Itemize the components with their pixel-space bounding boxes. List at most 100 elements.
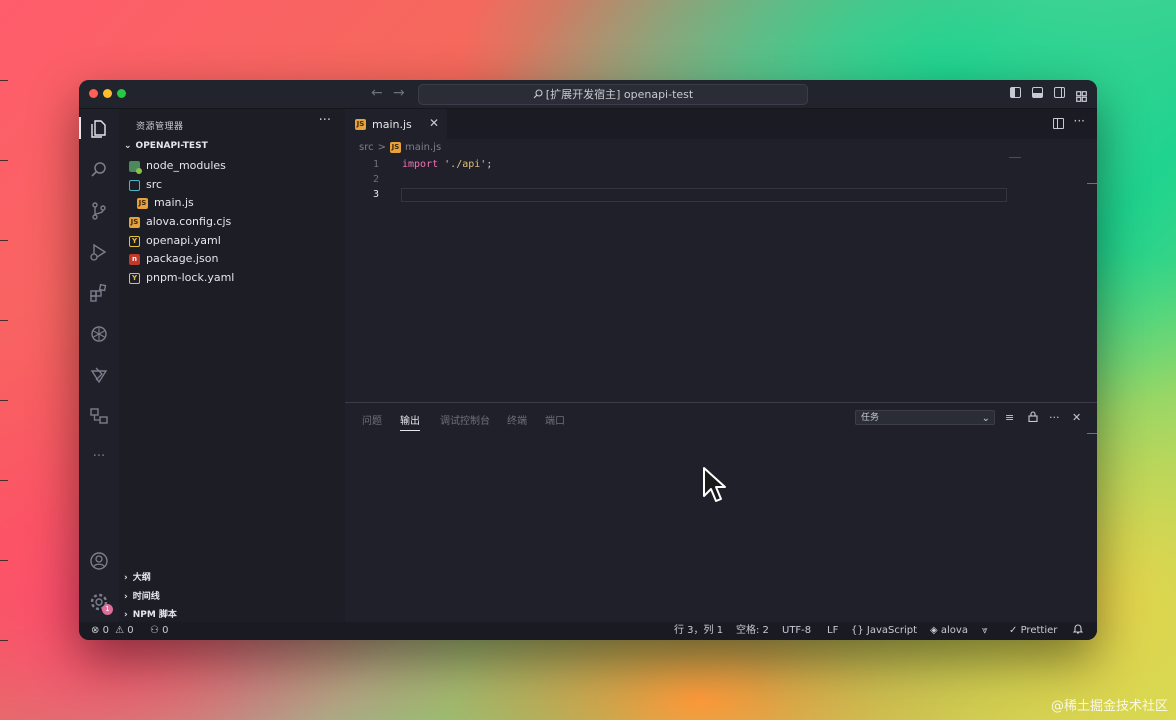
tree-item-alova-config[interactable]: JS alova.config.cjs: [129, 213, 231, 231]
panel-more-icon[interactable]: ···: [1049, 411, 1060, 424]
close-window-button[interactable]: [89, 89, 98, 98]
folder-src-icon: [129, 179, 140, 191]
encoding-status[interactable]: UTF-8: [782, 622, 811, 640]
alova-status[interactable]: ◈ alova: [930, 622, 968, 640]
word-wrap-list-icon[interactable]: ≡: [1005, 411, 1014, 424]
problems-status[interactable]: ⊗ 0 ⚠ 0: [91, 622, 134, 640]
watermark-text: @稀土掘金技术社区: [1050, 699, 1168, 714]
section-outline[interactable]: › 大纲: [124, 570, 151, 583]
chevron-right-icon: ›: [124, 610, 128, 620]
breadcrumb-folder[interactable]: src: [359, 142, 374, 153]
back-arrow-icon[interactable]: ←: [371, 85, 383, 101]
notifications-bell-icon[interactable]: [1072, 622, 1084, 640]
more-views-icon[interactable]: ···: [88, 445, 110, 467]
explorer-more-button[interactable]: ···: [319, 113, 331, 128]
edge-tick: [0, 320, 8, 321]
ports-count: 0: [162, 625, 169, 636]
line-number: 3: [372, 189, 379, 200]
output-channel-select[interactable]: 任务 ⌄: [855, 410, 995, 425]
layout-controls: [1010, 87, 1087, 102]
js-file-icon: JS: [355, 118, 366, 130]
tab-debug-console[interactable]: 调试控制台: [440, 412, 490, 427]
chevron-down-icon: ⌄: [124, 141, 132, 151]
root-folder-label: OPENAPI-TEST: [135, 141, 208, 151]
line-number: 1: [372, 159, 379, 170]
accounts-icon[interactable]: [88, 550, 110, 572]
chevron-right-icon: ›: [124, 573, 128, 583]
tree-item-openapi-yaml[interactable]: Y openapi.yaml: [129, 232, 221, 250]
toggle-primary-sidebar-icon[interactable]: [1010, 87, 1021, 98]
window-title: [扩展开发宿主] openapi-test: [545, 88, 694, 101]
command-center[interactable]: [扩展开发宿主] openapi-test: [418, 84, 808, 105]
chevron-down-icon: ⌄: [981, 413, 990, 424]
tab-output[interactable]: 输出: [400, 412, 420, 431]
yaml-file-icon: Y: [129, 235, 140, 247]
tree-item-pnpm-lock[interactable]: Y pnpm-lock.yaml: [129, 269, 234, 287]
tree-item-label: main.js: [154, 196, 194, 209]
ports-status[interactable]: ⚇ 0: [150, 622, 169, 640]
section-label: NPM 脚本: [132, 610, 177, 620]
run-debug-icon[interactable]: [88, 241, 110, 263]
tree-item-main-js[interactable]: JS main.js: [119, 194, 345, 212]
section-npm-scripts[interactable]: › NPM 脚本: [124, 607, 177, 620]
close-panel-icon[interactable]: ✕: [1072, 411, 1081, 424]
close-tab-icon[interactable]: ✕: [429, 116, 439, 130]
notification-badge: 1: [102, 604, 113, 615]
status-bar: ⊗ 0 ⚠ 0 ⚇ 0 行 3，列 1 空格: 2 UTF-8 LF {} Ja…: [79, 622, 1097, 640]
js-file-icon: JS: [390, 142, 401, 153]
warning-icon: ⚠: [115, 625, 125, 636]
warning-count: 0: [127, 625, 134, 636]
editor-tabs-bar: JS main.js ✕ ···: [345, 109, 1097, 139]
tab-ports[interactable]: 端口: [545, 412, 565, 427]
indentation-status[interactable]: 空格: 2: [736, 622, 769, 640]
language-mode[interactable]: {} JavaScript: [851, 622, 917, 640]
forward-arrow-icon[interactable]: →: [393, 85, 405, 101]
lock-scroll-icon[interactable]: [1028, 411, 1038, 425]
remote-explorer-icon[interactable]: [88, 405, 110, 427]
extensions-icon[interactable]: [88, 282, 110, 304]
alova-logo-icon[interactable]: ⩔: [982, 622, 988, 640]
panel-scrollbar[interactable]: [1087, 433, 1097, 434]
tab-problems[interactable]: 问题: [362, 412, 382, 427]
tree-item-label: alova.config.cjs: [146, 215, 232, 228]
tree-item-package-json[interactable]: n package.json: [129, 250, 218, 268]
eol-status[interactable]: LF: [827, 622, 838, 640]
npm-file-icon: n: [129, 253, 140, 265]
section-label: 时间线: [132, 592, 160, 602]
editor-text-area[interactable]: [401, 156, 1007, 396]
chatgpt-icon[interactable]: [88, 323, 110, 345]
language-label: JavaScript: [866, 625, 918, 636]
output-channel-value: 任务: [861, 413, 880, 423]
cursor-position[interactable]: 行 3，列 1: [674, 622, 723, 640]
toggle-secondary-sidebar-icon[interactable]: [1054, 87, 1065, 98]
search-view-icon[interactable]: [88, 159, 110, 181]
alova-label: alova: [940, 625, 968, 636]
chevron-right-icon: ›: [124, 592, 128, 602]
tree-item-node-modules[interactable]: node_modules: [129, 157, 226, 175]
section-timeline[interactable]: › 时间线: [124, 589, 160, 602]
toggle-panel-icon[interactable]: [1032, 87, 1043, 98]
minimize-window-button[interactable]: [103, 89, 112, 98]
edge-tick: [0, 240, 8, 241]
edge-tick: [0, 560, 8, 561]
tree-item-label: pnpm-lock.yaml: [146, 271, 235, 284]
edge-tick: [0, 400, 8, 401]
prettier-status[interactable]: ✓ Prettier: [1009, 622, 1057, 640]
explorer-sidebar: 资源管理器 ··· ⌄ OPENAPI-TEST node_modules src…: [119, 109, 345, 622]
breadcrumb-file[interactable]: main.js: [405, 142, 441, 153]
tab-main-js[interactable]: JS main.js ✕: [345, 109, 447, 139]
workspace-root-folder[interactable]: ⌄ OPENAPI-TEST: [124, 141, 208, 151]
radio-tower-icon: ⚇: [150, 625, 159, 636]
tab-terminal[interactable]: 终端: [507, 412, 527, 427]
alova-icon[interactable]: [88, 364, 110, 386]
editor-more-actions-icon[interactable]: ···: [1074, 114, 1085, 128]
folder-node-icon: [129, 160, 142, 174]
customize-layout-icon[interactable]: [1076, 87, 1087, 102]
source-control-icon[interactable]: [88, 200, 110, 222]
manage-gear-icon[interactable]: 1: [88, 591, 113, 615]
tree-item-src[interactable]: src: [129, 176, 162, 194]
editor-scrollbar[interactable]: [1087, 183, 1097, 184]
zoom-window-button[interactable]: [117, 89, 126, 98]
explorer-icon[interactable]: [88, 118, 110, 140]
split-editor-icon[interactable]: [1053, 118, 1064, 129]
